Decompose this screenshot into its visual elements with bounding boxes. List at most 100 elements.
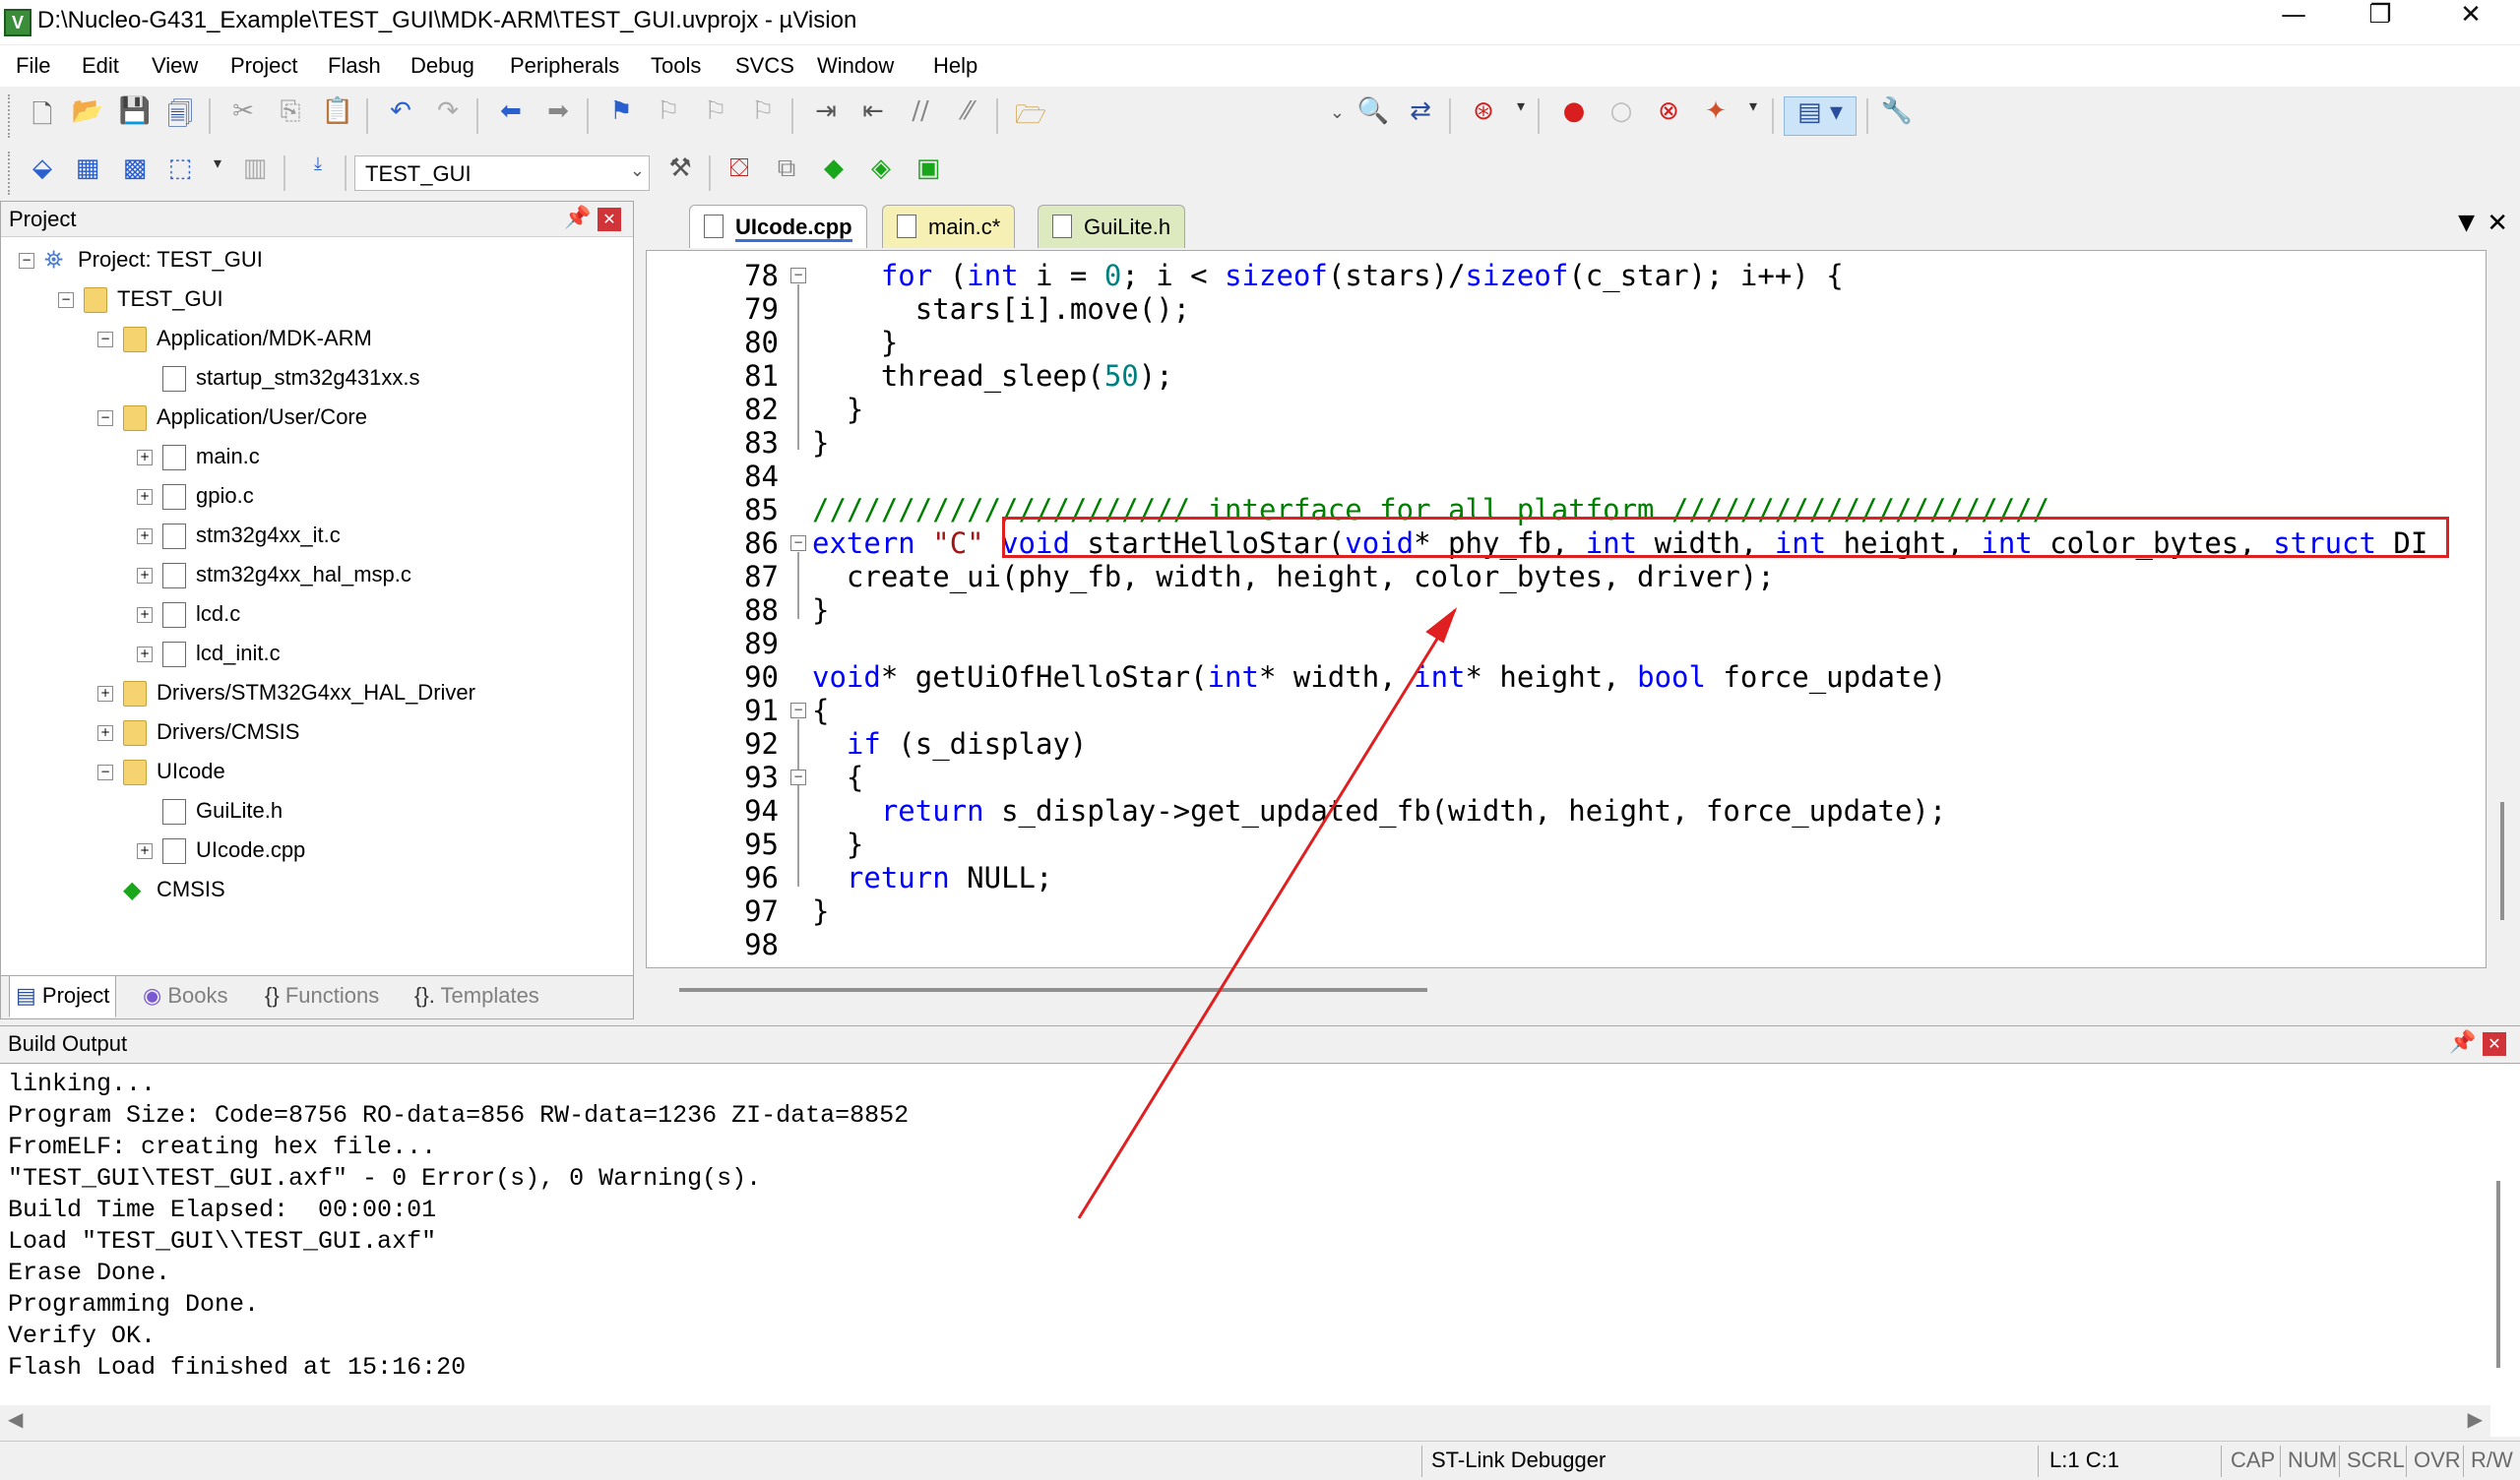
manage-project-items-icon[interactable]: ⛋ [721,154,758,193]
target-options-icon[interactable]: ⚒ [662,154,699,193]
build-output-horizontal-scrollbar[interactable]: ◀ ▶ [0,1405,2490,1437]
expand-icon[interactable]: + [137,647,153,663]
toolbar-grip[interactable] [8,94,14,138]
save-icon[interactable]: 💾 [116,96,154,136]
expand-icon[interactable]: + [97,725,113,742]
fold-collapse-icon[interactable]: − [790,535,806,551]
scroll-right-icon[interactable]: ▶ [2468,1407,2483,1431]
download-icon[interactable]: ⤓ [299,154,337,193]
stop-build-icon[interactable]: ▥ [236,154,274,193]
tab-books[interactable]: ◉ Books [137,976,233,1018]
close-icon[interactable]: ✕ [2483,1032,2506,1056]
breakpoint-disable-icon[interactable]: ○ [1603,96,1640,136]
pin-icon[interactable]: 📌 [564,206,591,230]
tab-main-c[interactable]: main.c* [882,205,1016,248]
nav-forward-icon[interactable]: ➡ [539,96,577,136]
tab-uicode-cpp[interactable]: UIcode.cpp [689,205,867,248]
tree-item-file[interactable]: startup_stm32g431xx.s [162,359,419,397]
build-output-vertical-scroll-thumb[interactable] [2496,1181,2500,1368]
collapse-icon[interactable]: − [97,410,113,427]
tab-functions[interactable]: {} Functions [259,976,385,1018]
indent-icon[interactable]: ⇥ [807,96,845,136]
expand-icon[interactable]: + [137,528,153,545]
paste-icon[interactable]: 📋 [319,96,356,136]
debug-start-icon[interactable]: ⊛ [1465,96,1502,136]
save-all-icon[interactable]: 🗐 [161,96,199,136]
collapse-icon[interactable]: − [58,292,74,309]
tree-item-target[interactable]: − TEST_GUI [58,280,223,318]
tree-item-file[interactable]: + stm32g4xx_hal_msp.c [137,556,411,593]
tree-item-group[interactable]: − Application/User/Core [97,399,367,436]
tree-item-file[interactable]: + lcd.c [137,595,240,633]
select-software-packs-icon[interactable]: ▣ [910,154,947,193]
breakpoint-icon[interactable]: ● [1555,96,1593,136]
bookmark-prev-icon[interactable]: ⚐ [650,96,687,136]
chevron-down-icon[interactable]: ▾ [199,154,236,193]
menu-project[interactable]: Project [230,53,297,79]
tab-project[interactable]: ▤ Project [9,976,117,1018]
close-icon[interactable]: ✕ [2487,209,2508,238]
tree-item-group[interactable]: − UIcode [97,753,225,790]
close-window-button[interactable]: ✕ [2426,0,2516,45]
menu-peripherals[interactable]: Peripherals [510,53,619,79]
configure-icon[interactable]: 🔧 [1878,96,1916,136]
expand-icon[interactable]: + [97,686,113,703]
tree-item-project[interactable]: − ⛯ Project: TEST_GUI [19,241,263,278]
fold-collapse-icon[interactable]: − [790,703,806,718]
expand-icon[interactable]: + [137,843,153,860]
fold-collapse-icon[interactable]: − [790,268,806,283]
collapse-icon[interactable]: − [97,765,113,781]
tree-item-file[interactable]: + main.c [137,438,260,475]
maximize-button[interactable]: ❐ [2335,0,2426,45]
target-select[interactable]: TEST_GUI ⌄ [354,155,650,191]
menu-window[interactable]: Window [817,53,894,79]
tree-item-file[interactable]: + stm32g4xx_it.c [137,517,341,554]
bookmark-icon[interactable]: ⚑ [602,96,640,136]
undo-icon[interactable]: ↶ [382,96,419,136]
editor-vertical-scroll-thumb[interactable] [2500,802,2504,920]
find-in-files-icon[interactable]: 🗁 [1012,96,1049,136]
uncomment-icon[interactable]: ⁄⁄ [949,96,986,136]
tree-item-file[interactable]: + UIcode.cpp [137,832,305,869]
tab-guilite-h[interactable]: GuiLite.h [1038,205,1186,248]
pack-installer-icon[interactable]: ◈ [862,154,900,193]
tree-item-file[interactable]: GuiLite.h [162,792,283,830]
tree-item-group[interactable]: + Drivers/CMSIS [97,713,299,751]
menu-flash[interactable]: Flash [328,53,381,79]
build-output-text[interactable]: linking... Program Size: Code=8756 RO-da… [8,1070,909,1385]
replace-icon[interactable]: ⇄ [1402,96,1439,136]
toolbar-grip[interactable] [8,152,14,195]
collapse-icon[interactable]: − [19,253,34,270]
menu-edit[interactable]: Edit [82,53,119,79]
menu-view[interactable]: View [152,53,198,79]
close-icon[interactable]: ✕ [598,208,621,231]
multi-project-icon[interactable]: ⧉ [768,154,805,193]
tree-item-cmsis[interactable]: ◆ CMSIS [123,871,225,908]
minimize-button[interactable]: — [2248,0,2339,45]
chevron-down-icon[interactable]: ⌄ [1330,102,1345,123]
collapse-icon[interactable]: − [97,332,113,348]
new-file-icon[interactable]: 🗋 [24,96,61,136]
menu-file[interactable]: File [16,53,50,79]
open-file-icon[interactable]: 📂 [69,96,106,136]
expand-icon[interactable]: + [137,489,153,506]
run-time-environment-icon[interactable]: ◆ [815,154,852,193]
window-layout-icon[interactable]: ▤ ▾ [1784,96,1857,136]
code-editor[interactable]: 78 79 80 81 82 83 84 85 86 87 88 89 90 9… [646,250,2487,968]
tree-item-group[interactable]: + Drivers/STM32G4xx_HAL_Driver [97,674,475,711]
build-icon[interactable]: ▦ [69,154,106,193]
pin-icon[interactable]: 📌 [2449,1030,2476,1055]
tree-item-file[interactable]: + gpio.c [137,477,254,515]
find-combo[interactable]: ⌄ [1162,100,1349,132]
editor-horizontal-scroll-thumb[interactable] [679,988,1427,992]
rebuild-icon[interactable]: ▩ [116,154,154,193]
fold-collapse-icon[interactable]: − [790,770,806,785]
menu-help[interactable]: Help [933,53,977,79]
watch-icon[interactable]: ✦ [1697,96,1734,136]
chevron-down-icon[interactable]: ⌄ [630,160,645,181]
translate-icon[interactable]: ⬙ [24,154,61,193]
nav-back-icon[interactable]: ⬅ [492,96,530,136]
menu-tools[interactable]: Tools [651,53,701,79]
chevron-down-icon[interactable]: ▾ [1502,96,1540,136]
breakpoint-kill-icon[interactable]: ⊗ [1650,96,1687,136]
